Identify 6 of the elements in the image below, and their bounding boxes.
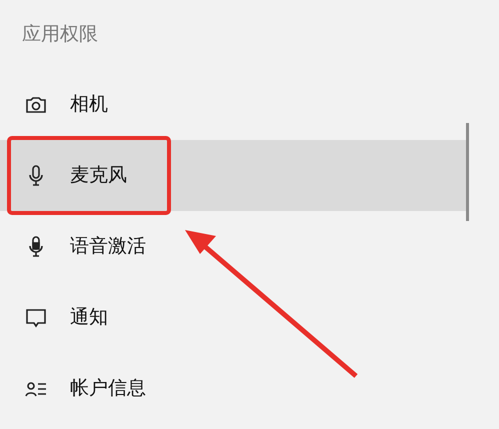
scrollbar[interactable] <box>466 123 469 221</box>
sidebar-item[interactable]: 帐户信息 <box>0 353 468 424</box>
section-title: 应用权限 <box>22 22 98 48</box>
sidebar-item[interactable]: 通知 <box>0 282 468 353</box>
sidebar-item[interactable]: 语音激活 <box>0 211 468 282</box>
sidebar-item[interactable]: 相机 <box>0 69 468 140</box>
